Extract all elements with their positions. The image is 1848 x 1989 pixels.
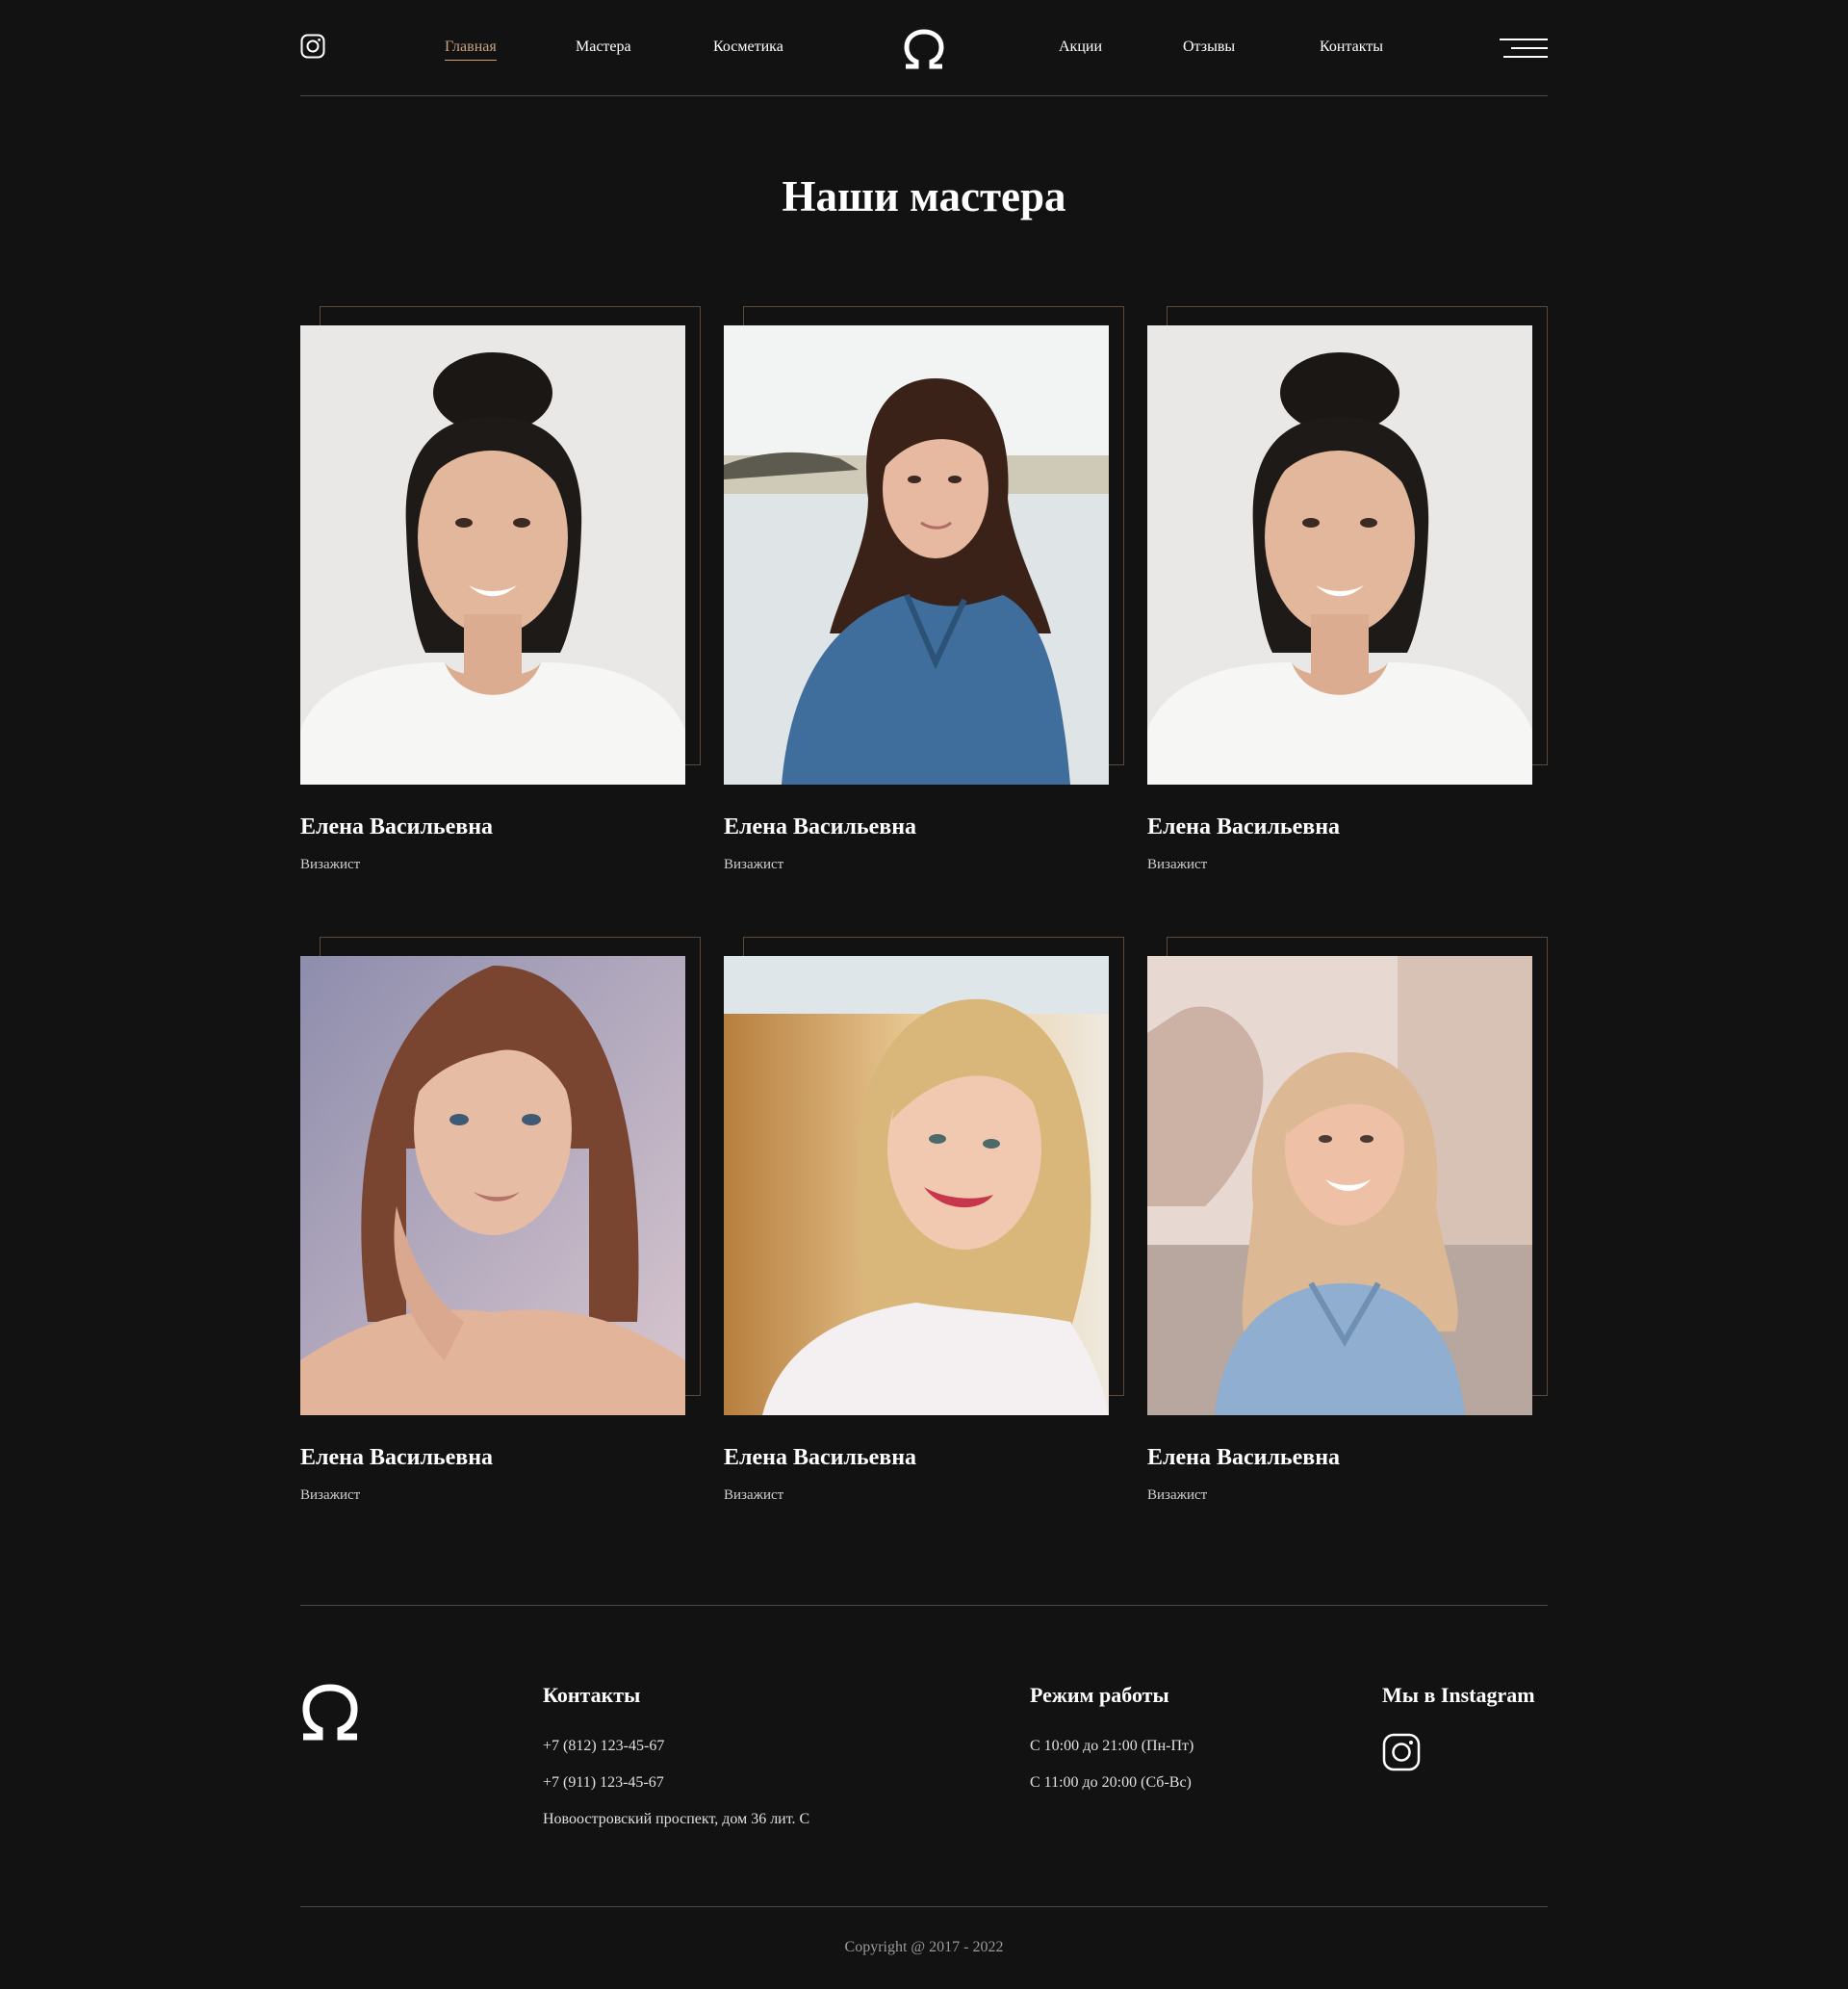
master-role: Визажист bbox=[300, 1487, 361, 1503]
master-name: Елена Васильевна bbox=[300, 1445, 494, 1470]
master-name: Елена Васильевна bbox=[724, 814, 917, 840]
master-role: Визажист bbox=[1147, 857, 1208, 872]
nav-item-cosmetics[interactable]: Косметика bbox=[713, 39, 783, 56]
phone-link[interactable]: +7 (911) 123-45-67 bbox=[543, 1774, 664, 1792]
master-name: Елена Васильевна bbox=[300, 814, 494, 840]
master-photo[interactable] bbox=[724, 956, 1109, 1415]
instagram-icon[interactable] bbox=[1382, 1733, 1421, 1771]
hours-heading: Режим работы bbox=[1030, 1683, 1169, 1707]
master-name: Елена Васильевна bbox=[1147, 1445, 1341, 1470]
master-role: Визажист bbox=[300, 857, 361, 872]
nav-item-promotions[interactable]: Акции bbox=[1059, 39, 1102, 56]
instagram-icon[interactable] bbox=[300, 34, 325, 59]
nav-item-reviews[interactable]: Отзывы bbox=[1183, 39, 1235, 56]
contacts-heading: Контакты bbox=[543, 1683, 641, 1707]
master-photo[interactable] bbox=[300, 325, 685, 785]
nav-item-masters[interactable]: Мастера bbox=[576, 39, 631, 56]
footer-divider bbox=[300, 1605, 1548, 1606]
master-role: Визажист bbox=[1147, 1487, 1208, 1503]
master-name: Елена Васильевна bbox=[1147, 814, 1341, 840]
nav-item-home[interactable]: Главная bbox=[445, 39, 497, 61]
address-text: Новоостровский проспект, дом 36 лит. С bbox=[543, 1811, 810, 1827]
page-container: Главная Мастера Косметика Акции Отзывы К… bbox=[300, 0, 1548, 1955]
master-photo[interactable] bbox=[724, 325, 1109, 785]
hours-weekend: С 11:00 до 20:00 (Сб-Вс) bbox=[1030, 1774, 1192, 1791]
omega-logo[interactable] bbox=[903, 29, 945, 69]
master-role: Визажист bbox=[724, 857, 784, 872]
menu-icon[interactable] bbox=[1500, 39, 1548, 60]
phone-link[interactable]: +7 (812) 123-45-67 bbox=[543, 1738, 664, 1755]
master-photo[interactable] bbox=[1147, 325, 1532, 785]
instagram-heading: Мы в Instagram bbox=[1382, 1683, 1535, 1707]
omega-logo[interactable] bbox=[300, 1683, 360, 1741]
master-role: Визажист bbox=[724, 1487, 784, 1503]
hours-weekdays: С 10:00 до 21:00 (Пн-Пт) bbox=[1030, 1738, 1194, 1754]
master-photo[interactable] bbox=[1147, 956, 1532, 1415]
nav-item-contacts[interactable]: Контакты bbox=[1320, 39, 1383, 56]
footer-divider bbox=[300, 1906, 1548, 1907]
site-header: Главная Мастера Косметика Акции Отзывы К… bbox=[300, 0, 1548, 96]
page-title: Наши мастера bbox=[782, 172, 1066, 220]
master-name: Елена Васильевна bbox=[724, 1445, 917, 1470]
master-photo[interactable] bbox=[300, 956, 685, 1415]
copyright-text: Copyright @ 2017 - 2022 bbox=[844, 1939, 1004, 1955]
